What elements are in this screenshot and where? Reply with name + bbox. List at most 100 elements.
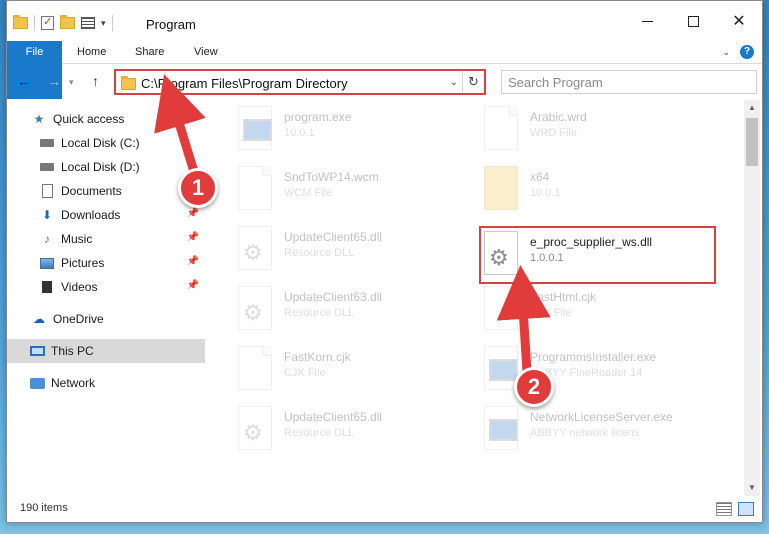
- file-item[interactable]: Arabic.wrd WRD File: [476, 100, 716, 158]
- pin-icon[interactable]: 📌: [187, 256, 199, 267]
- sidebar-item-this-pc[interactable]: This PC: [7, 339, 205, 363]
- window-controls: ✕: [624, 1, 762, 41]
- drive-icon: [39, 160, 55, 174]
- file-detail: Resource DLL: [284, 307, 355, 319]
- title-bar: ▾ Program ✕: [7, 1, 762, 41]
- view-layout-icon[interactable]: [81, 17, 95, 29]
- scrollbar-thumb[interactable]: [746, 118, 758, 166]
- file-name: program.exe: [284, 110, 352, 124]
- sidebar-item-network[interactable]: Network: [7, 371, 205, 395]
- file-item[interactable]: FastHtml.cjk CJK File: [476, 280, 716, 338]
- star-icon: ★: [33, 112, 45, 126]
- address-path[interactable]: C:\Program Files\Program Directory: [141, 76, 348, 91]
- folder-icon: [484, 166, 518, 210]
- file-name: NetworkLicenseServer.exe: [530, 410, 673, 424]
- sidebar-item-quick-access[interactable]: ★ Quick access: [7, 107, 205, 131]
- file-item[interactable]: ⚙ UpdateClient65.dll Resource DLL: [230, 400, 470, 458]
- downloads-icon: ⬇: [41, 208, 53, 222]
- file-detail: WCM File: [284, 187, 333, 199]
- sidebar-item-documents[interactable]: Documents: [7, 179, 205, 203]
- toolbar-separator: [111, 15, 113, 31]
- pin-icon[interactable]: 📌: [187, 232, 199, 243]
- expand-ribbon-icon[interactable]: ⌄: [722, 47, 730, 58]
- file-detail: 10.0.1: [284, 127, 315, 139]
- sidebar-item-label: OneDrive: [53, 312, 104, 326]
- search-box[interactable]: [501, 70, 757, 94]
- recent-locations-icon[interactable]: ▾: [69, 77, 74, 88]
- program-exe-icon: [238, 106, 272, 150]
- file-name: FastKorn.cjk: [284, 350, 351, 364]
- pin-icon[interactable]: 📌: [187, 280, 199, 291]
- file-detail: ABBYY network licens: [530, 427, 640, 439]
- folder-icon: [121, 76, 136, 90]
- network-icon: [29, 376, 45, 390]
- pin-icon[interactable]: 📌: [187, 208, 199, 219]
- sidebar-item-label: Quick access: [53, 112, 125, 126]
- sidebar-item-music[interactable]: ♪ Music 📌: [7, 227, 205, 251]
- file-detail: Resource DLL: [284, 427, 355, 439]
- sidebar-item-local-disk-c[interactable]: Local Disk (C:): [7, 131, 205, 155]
- file-detail: CJK File: [530, 307, 572, 319]
- sidebar-item-local-disk-d[interactable]: Local Disk (D:): [7, 155, 205, 179]
- pc-icon: [29, 344, 45, 358]
- file-detail: CJK File: [284, 367, 326, 379]
- file-detail: 10.0.1: [530, 187, 561, 199]
- dll-icon: ⚙: [238, 226, 272, 270]
- folder-icon[interactable]: [13, 15, 28, 29]
- tab-home[interactable]: Home: [77, 41, 106, 64]
- maximize-button[interactable]: [670, 1, 716, 41]
- pictures-icon: [39, 256, 55, 270]
- item-count: 190 items: [20, 502, 68, 514]
- sidebar-item-pictures[interactable]: Pictures 📌: [7, 251, 205, 275]
- forward-arrow-icon[interactable]: →: [47, 73, 61, 89]
- close-icon: ✕: [732, 13, 746, 30]
- tab-view[interactable]: View: [194, 41, 218, 64]
- sidebar-item-onedrive[interactable]: ☁ OneDrive: [7, 307, 205, 331]
- file-name: UpdateClient63.dll: [284, 290, 383, 304]
- details-view-icon[interactable]: [716, 502, 732, 516]
- new-folder-icon[interactable]: [60, 15, 75, 29]
- tab-share[interactable]: Share: [135, 41, 164, 64]
- help-icon[interactable]: ?: [740, 45, 754, 59]
- sidebar-item-label: Music: [61, 232, 93, 246]
- maximize-icon: [687, 15, 699, 27]
- back-arrow-icon[interactable]: ←: [17, 73, 31, 89]
- scroll-down-icon[interactable]: ▼: [744, 480, 760, 496]
- minimize-button[interactable]: [624, 1, 670, 41]
- minimize-icon: [641, 20, 653, 22]
- installer-exe-icon: [484, 406, 518, 450]
- chevron-down-icon[interactable]: ⌄: [450, 77, 458, 88]
- file-item[interactable]: ⚙ UpdateClient63.dll Resource DLL: [230, 280, 470, 338]
- file-item[interactable]: program.exe 10.0.1: [230, 100, 470, 158]
- address-bar[interactable]: C:\Program Files\Program Directory ⌄ ↻: [114, 69, 486, 95]
- step-1-badge: 1: [178, 168, 218, 208]
- blank-file-icon: [238, 166, 272, 210]
- vertical-scrollbar[interactable]: ▲ ▼: [744, 100, 760, 496]
- large-icons-view-icon[interactable]: [738, 502, 754, 516]
- blank-file-icon: [484, 106, 518, 150]
- close-button[interactable]: ✕: [716, 1, 762, 41]
- music-icon: ♪: [44, 232, 50, 246]
- chevron-down-icon[interactable]: ▾: [101, 18, 106, 29]
- sidebar-item-label: Documents: [61, 184, 122, 198]
- file-item[interactable]: FastKorn.cjk CJK File: [230, 340, 470, 398]
- file-name: UpdateClient65.dll: [284, 230, 383, 244]
- file-item[interactable]: ProgrammsInstaller.exe ABBYY FineReader …: [476, 340, 716, 398]
- sidebar-item-downloads[interactable]: ⬇ Downloads 📌: [7, 203, 205, 227]
- sidebar-item-videos[interactable]: Videos 📌: [7, 275, 205, 299]
- refresh-icon[interactable]: ↻: [462, 71, 484, 93]
- properties-icon[interactable]: [41, 15, 54, 30]
- ribbon-tabs: File Home Share View ⌄ ?: [7, 41, 762, 99]
- up-arrow-icon[interactable]: ↑: [92, 73, 99, 89]
- drive-icon: [39, 136, 55, 150]
- sidebar-item-label: This PC: [51, 344, 94, 358]
- navigation-bar: ← → ▾ ↑ C:\Program Files\Program Directo…: [7, 64, 762, 100]
- search-input[interactable]: [502, 71, 756, 93]
- file-item[interactable]: NetworkLicenseServer.exe ABBYY network l…: [476, 400, 716, 458]
- file-item[interactable]: ⚙ UpdateClient65.dll Resource DLL: [230, 220, 470, 278]
- file-name: Arabic.wrd: [530, 110, 587, 124]
- scroll-up-icon[interactable]: ▲: [744, 100, 760, 116]
- file-item[interactable]: x64 10.0.1: [476, 160, 716, 218]
- file-item[interactable]: SndToWP14.wcm WCM File: [230, 160, 470, 218]
- quick-access-toolbar: ▾: [13, 15, 113, 31]
